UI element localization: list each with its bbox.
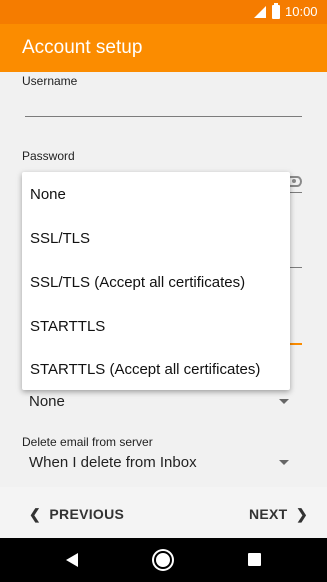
recents-icon[interactable] [248, 553, 261, 566]
system-nav-bar [0, 538, 327, 582]
chevron-left-icon: ❮ [29, 506, 42, 522]
page-title: Account setup [22, 37, 143, 58]
chevron-right-icon: ❯ [295, 506, 308, 522]
password-label: Password [22, 149, 75, 163]
menu-item-ssl-tls-accept-all[interactable]: SSL/TLS (Accept all certificates) [30, 274, 245, 291]
battery-icon [272, 3, 280, 19]
chevron-down-icon[interactable] [279, 399, 289, 404]
app-bar: Account setup [0, 24, 327, 72]
status-bar: 10:00 [0, 0, 327, 24]
signal-icon [254, 6, 266, 18]
next-label: NEXT [249, 506, 288, 522]
previous-label: PREVIOUS [49, 506, 125, 522]
previous-button[interactable]: ❮ PREVIOUS [29, 506, 124, 523]
menu-item-ssl-tls[interactable]: SSL/TLS [30, 230, 90, 247]
next-button[interactable]: NEXT ❯ [249, 506, 308, 523]
username-label: Username [22, 74, 78, 88]
status-time: 10:00 [285, 4, 318, 19]
delete-select-value[interactable]: When I delete from Inbox [29, 454, 197, 471]
security-dropdown-menu: None SSL/TLS SSL/TLS (Accept all certifi… [22, 172, 290, 390]
menu-item-starttls[interactable]: STARTTLS [30, 318, 105, 335]
back-icon[interactable] [66, 553, 78, 567]
menu-item-none[interactable]: None [30, 186, 66, 203]
home-icon[interactable] [154, 551, 172, 569]
delete-label: Delete email from server [22, 435, 153, 449]
chevron-down-icon[interactable] [279, 460, 289, 465]
footer-bar: ❮ PREVIOUS NEXT ❯ [0, 487, 327, 538]
username-field[interactable] [25, 116, 302, 117]
menu-item-starttls-accept-all[interactable]: STARTTLS (Accept all certificates) [30, 361, 260, 378]
security-select-value[interactable]: None [29, 393, 65, 410]
